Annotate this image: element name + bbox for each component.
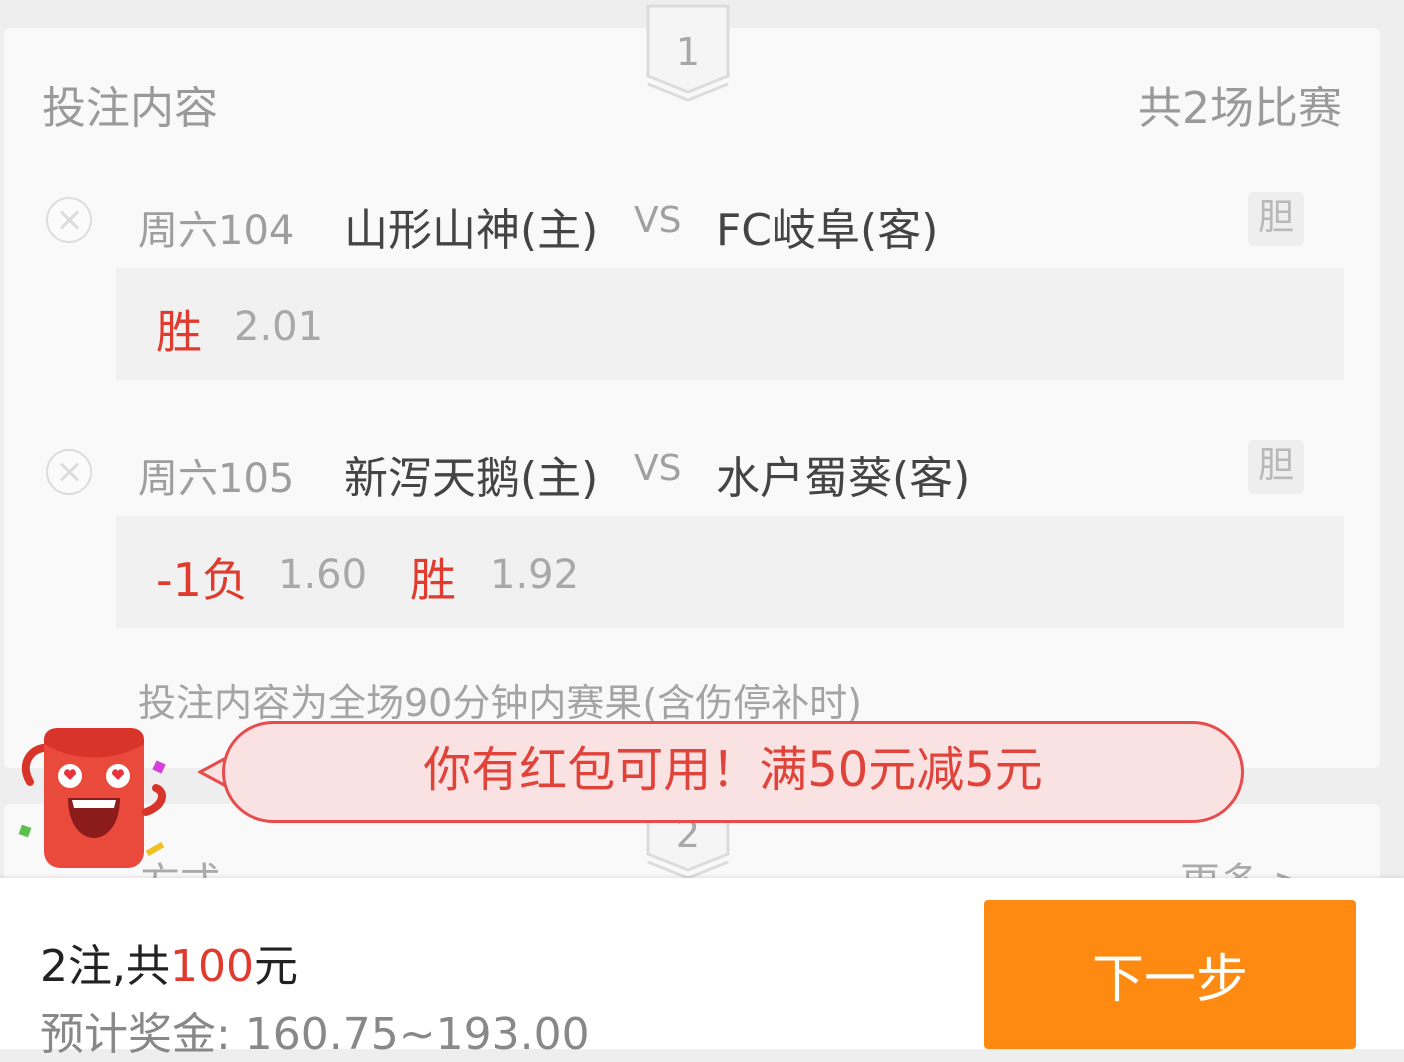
summary-suffix: 元 [253, 941, 298, 992]
pick-label: -1负 [156, 553, 248, 607]
pick-odds: 1.92 [490, 552, 580, 598]
remove-match-1-icon[interactable] [46, 197, 92, 243]
pick-label: 胜 [156, 305, 202, 359]
step-1-badge: 1 [646, 0, 730, 102]
match-count: 共2场比赛 [1138, 83, 1342, 134]
next-step-button[interactable]: 下一步 [984, 900, 1356, 1049]
bet-content-card [4, 28, 1380, 768]
step-number: 1 [675, 30, 701, 74]
pick-odds: 1.60 [278, 552, 368, 598]
red-envelope-mascot-icon[interactable] [14, 722, 174, 882]
coupon-promo-bubble[interactable]: 你有红包可用！满50元减5元 [222, 721, 1244, 823]
bet-rules-note: 投注内容为全场90分钟内赛果(含伤停补时) [138, 681, 863, 725]
match-number: 周六104 [138, 208, 295, 254]
summary-prefix: 2注,共 [40, 941, 170, 992]
vs-label: VS [634, 200, 682, 241]
section-title: 投注内容 [42, 83, 218, 134]
prize-estimate: 预计奖金: 160.75~193.00 [40, 1009, 590, 1060]
bet-summary: 2注,共100元 [40, 930, 298, 994]
bet-selection-row[interactable]: -1负 1.60 胜 1.92 [116, 516, 1344, 628]
pick-label: 胜 [410, 553, 456, 607]
match-number: 周六105 [138, 456, 295, 502]
pick-odds: 2.01 [234, 304, 324, 350]
vs-label: VS [634, 448, 682, 489]
away-team: 水户蜀葵(客) [716, 453, 971, 504]
summary-amount: 100 [169, 941, 254, 992]
banker-toggle-button[interactable]: 胆 [1248, 192, 1304, 246]
home-team: 山形山神(主) [344, 205, 599, 256]
banker-toggle-button[interactable]: 胆 [1248, 440, 1304, 494]
away-team: FC岐阜(客) [716, 205, 939, 256]
home-team: 新泻天鹅(主) [344, 453, 599, 504]
remove-match-2-icon[interactable] [46, 449, 92, 495]
bet-selection-row[interactable]: 胜 2.01 [116, 268, 1344, 380]
